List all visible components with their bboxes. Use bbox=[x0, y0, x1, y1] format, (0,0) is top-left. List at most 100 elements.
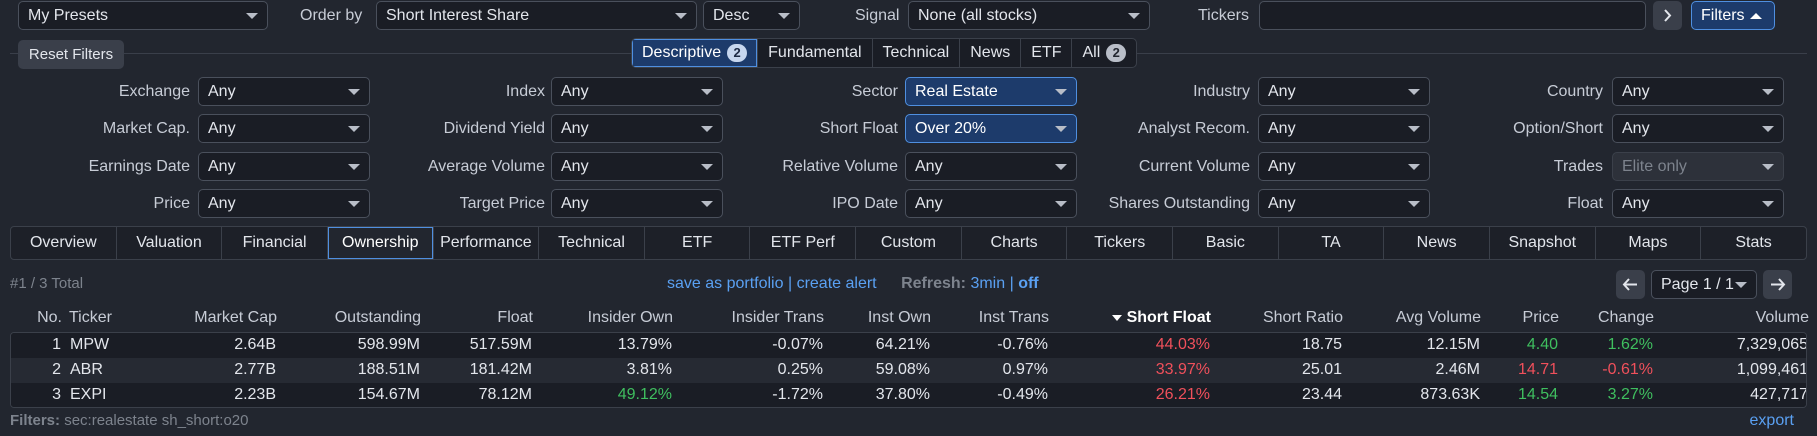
filter-select-relative-volume[interactable]: Any bbox=[905, 152, 1077, 181]
filter-select-exchange[interactable]: Any bbox=[198, 77, 370, 106]
filter-select-short-float[interactable]: Over 20% bbox=[905, 114, 1077, 143]
column-header-float[interactable]: Float bbox=[497, 309, 533, 327]
table-row[interactable]: 3 EXPI 2.23B 154.67M 78.12M 49.12% -1.72% 37.80… bbox=[11, 383, 1806, 407]
cell-no: 3 bbox=[52, 386, 61, 403]
filter-select-analyst-recom[interactable]: Any bbox=[1258, 114, 1430, 143]
chevron-down-icon bbox=[246, 13, 258, 19]
table-row[interactable]: 2 ABR 2.77B 188.51M 181.42M 3.81% 0.25% 59.08% 0… bbox=[11, 358, 1806, 383]
filter-select-sector[interactable]: Real Estate bbox=[905, 77, 1077, 106]
filter-label-analyst-recom: Analyst Recom. bbox=[1137, 120, 1250, 137]
cell-float: 78.12M bbox=[478, 386, 532, 403]
page-select[interactable]: Page 1 / 1 bbox=[1651, 270, 1757, 299]
refresh-off-link[interactable]: off bbox=[1018, 275, 1038, 292]
view-tab-maps[interactable]: Maps bbox=[1596, 227, 1702, 259]
filter-select-ipo-date[interactable]: Any bbox=[905, 189, 1077, 218]
view-tab-etf[interactable]: ETF bbox=[645, 227, 751, 259]
view-tab-stats[interactable]: Stats bbox=[1701, 227, 1806, 259]
save-as-portfolio-link[interactable]: save as portfolio bbox=[667, 275, 784, 292]
column-header-ticker[interactable]: Ticker bbox=[69, 309, 112, 327]
ticker-link[interactable]: ABR bbox=[70, 361, 103, 379]
view-tab-technical[interactable]: Technical bbox=[539, 227, 645, 259]
filter-label-float: Float bbox=[1567, 195, 1603, 212]
cell-price: 14.71 bbox=[1517, 361, 1558, 378]
filter-select-average-volume[interactable]: Any bbox=[551, 152, 723, 181]
export-link[interactable]: export bbox=[1750, 412, 1794, 430]
view-tab-tickers[interactable]: Tickers bbox=[1067, 227, 1174, 259]
ticker-link[interactable]: EXPI bbox=[70, 386, 106, 404]
view-tab-custom[interactable]: Custom bbox=[856, 227, 962, 259]
reset-filters-button[interactable]: Reset Filters bbox=[18, 40, 124, 69]
filter-label-exchange: Exchange bbox=[118, 83, 190, 100]
order-by-select[interactable]: Short Interest Share bbox=[376, 1, 697, 30]
filter-select-shares-outstanding[interactable]: Any bbox=[1258, 189, 1430, 218]
filter-select-current-volume[interactable]: Any bbox=[1258, 152, 1430, 181]
filter-label-country: Country bbox=[1546, 83, 1603, 100]
prev-page-button[interactable] bbox=[1616, 270, 1645, 299]
view-tab-overview[interactable]: Overview bbox=[11, 227, 117, 259]
filter-select-price[interactable]: Any bbox=[198, 189, 370, 218]
view-tab-news[interactable]: News bbox=[1384, 227, 1490, 259]
column-header-insider-trans[interactable]: Insider Trans bbox=[732, 309, 824, 327]
filter-tab-etf[interactable]: ETF bbox=[1021, 39, 1073, 67]
ticker-link[interactable]: MPW bbox=[70, 336, 109, 354]
column-header-market-cap[interactable]: Market Cap bbox=[194, 309, 277, 327]
cell-inst-own: 37.80% bbox=[875, 386, 930, 403]
view-tab-snapshot[interactable]: Snapshot bbox=[1490, 227, 1596, 259]
view-tab-charts[interactable]: Charts bbox=[962, 227, 1068, 259]
view-tab-etf-perf[interactable]: ETF Perf bbox=[750, 227, 857, 259]
column-header-label: Insider Trans bbox=[731, 309, 824, 326]
filter-select-index[interactable]: Any bbox=[551, 77, 723, 106]
filter-select-dividend-yield[interactable]: Any bbox=[551, 114, 723, 143]
filter-tab-fundamental[interactable]: Fundamental bbox=[758, 39, 873, 67]
next-page-button[interactable] bbox=[1763, 270, 1792, 299]
filter-select-option-short[interactable]: Any bbox=[1612, 114, 1784, 143]
refresh-interval-link[interactable]: 3min bbox=[970, 275, 1005, 292]
column-header-price[interactable]: Price bbox=[1523, 309, 1559, 327]
column-header-short-float[interactable]: Short Float bbox=[1111, 309, 1211, 327]
column-header-avg-volume[interactable]: Avg Volume bbox=[1396, 309, 1481, 327]
view-tab-financial[interactable]: Financial bbox=[222, 227, 328, 259]
create-alert-link[interactable]: create alert bbox=[797, 275, 877, 292]
filter-tab-descriptive[interactable]: Descriptive 2 bbox=[632, 39, 759, 67]
column-header-no[interactable]: No. bbox=[37, 309, 62, 327]
filter-select-industry[interactable]: Any bbox=[1258, 77, 1430, 106]
column-header-volume[interactable]: Volume bbox=[1756, 309, 1809, 327]
cell-outstanding: 598.99M bbox=[357, 336, 420, 353]
filter-select-earnings-date[interactable]: Any bbox=[198, 152, 370, 181]
column-header-outstanding[interactable]: Outstanding bbox=[335, 309, 421, 327]
filter-value: Any bbox=[1268, 158, 1296, 175]
filter-tab-news[interactable]: News bbox=[960, 39, 1022, 67]
column-header-change[interactable]: Change bbox=[1598, 309, 1654, 327]
filter-select-float[interactable]: Any bbox=[1612, 189, 1784, 218]
column-header-short-ratio[interactable]: Short Ratio bbox=[1263, 309, 1343, 327]
table-row[interactable]: 1 MPW 2.64B 598.99M 517.59M 13.79% -0.07% 64.21… bbox=[11, 333, 1806, 358]
filter-value: Any bbox=[208, 195, 236, 212]
view-tab-basic[interactable]: Basic bbox=[1173, 227, 1279, 259]
signal-select[interactable]: None (all stocks) bbox=[908, 1, 1150, 30]
filter-select-target-price[interactable]: Any bbox=[551, 189, 723, 218]
column-header-insider-own[interactable]: Insider Own bbox=[588, 309, 673, 327]
view-tab-performance[interactable]: Performance bbox=[434, 227, 540, 259]
view-tab-ta[interactable]: TA bbox=[1279, 227, 1385, 259]
column-header-inst-trans[interactable]: Inst Trans bbox=[979, 309, 1049, 327]
chevron-down-icon bbox=[1055, 201, 1067, 207]
cell-avg-volume: 2.46M bbox=[1435, 361, 1480, 378]
presets-select[interactable]: My Presets bbox=[18, 1, 268, 30]
column-header-label: Inst Trans bbox=[978, 309, 1049, 326]
order-direction-select[interactable]: Desc bbox=[703, 1, 800, 30]
cell-volume: 1,099,461 bbox=[1736, 361, 1807, 378]
tickers-go-button[interactable] bbox=[1653, 1, 1682, 30]
filters-toggle-button[interactable]: Filters bbox=[1691, 1, 1775, 30]
tickers-input[interactable] bbox=[1259, 1, 1646, 30]
filter-select-trades: Elite only bbox=[1612, 152, 1784, 181]
cell-no: 1 bbox=[52, 336, 61, 353]
view-tab-valuation[interactable]: Valuation bbox=[117, 227, 223, 259]
view-tab-ownership[interactable]: Ownership bbox=[327, 227, 434, 259]
filter-select-market-cap[interactable]: Any bbox=[198, 114, 370, 143]
filter-select-country[interactable]: Any bbox=[1612, 77, 1784, 106]
filter-tab-all[interactable]: All 2 bbox=[1072, 39, 1136, 67]
order-by-value: Short Interest Share bbox=[386, 7, 530, 24]
filter-tab-technical[interactable]: Technical bbox=[873, 39, 961, 67]
column-header-inst-own[interactable]: Inst Own bbox=[868, 309, 931, 327]
filter-value: Any bbox=[1622, 120, 1650, 137]
